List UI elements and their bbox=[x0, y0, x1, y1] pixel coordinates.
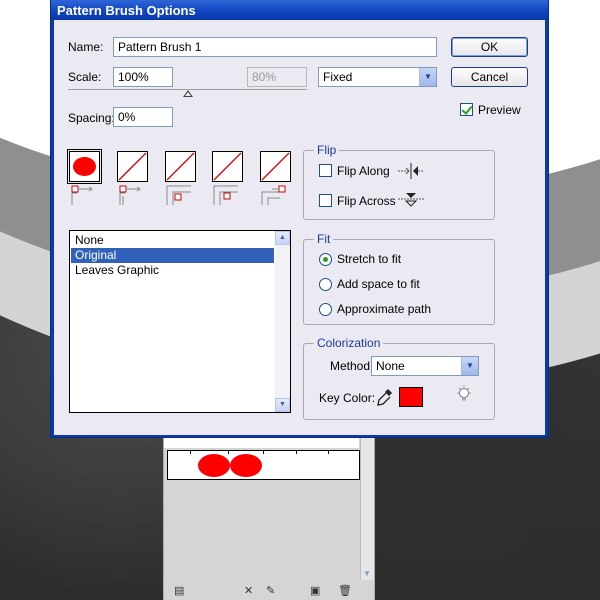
name-label: Name: bbox=[68, 40, 104, 54]
approximate-path-label[interactable]: Approximate path bbox=[337, 302, 431, 316]
panel-scrollbar[interactable]: ▼ bbox=[360, 436, 374, 580]
name-input[interactable]: Pattern Brush 1 bbox=[113, 37, 437, 57]
start-tile-icon bbox=[213, 185, 238, 205]
tile-listbox[interactable]: None Original Leaves Graphic ▲ ▼ bbox=[69, 230, 291, 413]
add-space-to-fit-label[interactable]: Add space to fit bbox=[337, 277, 420, 291]
end-tile-icon bbox=[261, 185, 286, 205]
list-item[interactable]: Leaves Graphic bbox=[71, 263, 274, 278]
eyedropper-icon[interactable] bbox=[377, 388, 393, 406]
start-tile-button[interactable] bbox=[212, 151, 243, 182]
brushes-panel: ▼ ▤ ✕ ✎ ▣ 🗑 bbox=[163, 436, 375, 600]
flip-group: Flip Flip Along Flip Across bbox=[303, 143, 495, 220]
flip-across-checkbox[interactable] bbox=[319, 194, 332, 207]
key-color-swatch[interactable] bbox=[399, 387, 423, 407]
preview-checkbox[interactable] bbox=[460, 103, 473, 116]
method-value: None bbox=[376, 359, 405, 373]
delete-brush-icon[interactable]: 🗑 bbox=[338, 584, 352, 597]
fit-group: Fit Stretch to fit Add space to fit Appr… bbox=[303, 232, 495, 325]
scroll-down-icon[interactable]: ▼ bbox=[363, 569, 371, 578]
cancel-button[interactable]: Cancel bbox=[451, 67, 528, 87]
panel-toolbar: ▤ ✕ ✎ ▣ 🗑 bbox=[164, 582, 374, 600]
scale-input[interactable]: 100% bbox=[113, 67, 173, 87]
chevron-down-icon[interactable]: ▼ bbox=[419, 68, 436, 86]
stretch-to-fit-label[interactable]: Stretch to fit bbox=[337, 252, 401, 266]
colorization-group-title: Colorization bbox=[314, 336, 384, 350]
flip-along-label[interactable]: Flip Along bbox=[337, 164, 390, 178]
scale-mode-value: Fixed bbox=[323, 70, 353, 84]
lightbulb-icon[interactable] bbox=[456, 385, 472, 405]
none-slash-icon bbox=[261, 152, 290, 181]
inner-corner-tile-button[interactable] bbox=[165, 151, 196, 182]
strip-tick bbox=[296, 451, 297, 454]
stretch-to-fit-radio[interactable] bbox=[319, 253, 332, 266]
end-tile-button[interactable] bbox=[260, 151, 291, 182]
dialog-title[interactable]: Pattern Brush Options bbox=[51, 0, 548, 20]
side-tile-icon bbox=[71, 185, 93, 205]
strip-tick bbox=[190, 451, 191, 454]
brush-dot bbox=[198, 454, 230, 477]
new-brush-icon[interactable]: ▣ bbox=[310, 584, 320, 597]
key-color-label: Key Color: bbox=[319, 391, 376, 405]
method-label: Method: bbox=[330, 359, 374, 373]
chevron-down-icon[interactable]: ▼ bbox=[461, 357, 478, 375]
brush-dot bbox=[230, 454, 262, 477]
spacing-label: Spacing: bbox=[68, 111, 115, 125]
add-space-to-fit-radio[interactable] bbox=[319, 278, 332, 291]
scroll-up-icon[interactable]: ▲ bbox=[275, 231, 290, 245]
method-select[interactable]: None ▼ bbox=[371, 356, 479, 376]
spacing-input[interactable]: 0% bbox=[113, 107, 173, 127]
colorization-group: Colorization Method: None ▼ Key Color: bbox=[303, 336, 495, 420]
none-slash-icon bbox=[118, 152, 147, 181]
red-circle-tile-graphic bbox=[73, 157, 96, 176]
outer-corner-tile-button[interactable] bbox=[117, 151, 148, 182]
scale-mode-select[interactable]: Fixed ▼ bbox=[318, 67, 437, 87]
strip-tick bbox=[228, 451, 229, 454]
remove-stroke-icon[interactable]: ✕ bbox=[244, 584, 253, 597]
dialog-client: Name: Pattern Brush 1 OK Cancel Scale: 1… bbox=[54, 20, 545, 435]
flip-across-icon bbox=[398, 193, 424, 207]
inner-corner-tile-icon bbox=[166, 185, 191, 205]
flip-across-label[interactable]: Flip Across bbox=[337, 194, 396, 208]
preview-label[interactable]: Preview bbox=[478, 103, 521, 117]
flip-along-icon bbox=[398, 163, 424, 179]
scroll-down-icon[interactable]: ▼ bbox=[275, 398, 290, 412]
pattern-brush-options-dialog: Pattern Brush Options Name: Pattern Brus… bbox=[50, 0, 549, 438]
list-item[interactable]: Original bbox=[71, 248, 274, 263]
none-slash-icon bbox=[213, 152, 242, 181]
list-scrollbar[interactable]: ▲ ▼ bbox=[275, 231, 290, 412]
outer-corner-tile-icon bbox=[119, 185, 141, 205]
strip-tick bbox=[328, 451, 329, 454]
flip-group-title: Flip bbox=[314, 143, 340, 157]
flip-along-checkbox[interactable] bbox=[319, 164, 332, 177]
side-tile-button[interactable] bbox=[67, 149, 102, 184]
scale-slider-thumb[interactable] bbox=[183, 90, 193, 97]
strip-tick bbox=[263, 451, 264, 454]
brush-options-icon[interactable]: ✎ bbox=[266, 584, 275, 597]
fit-group-title: Fit bbox=[314, 232, 334, 246]
ok-button[interactable]: OK bbox=[451, 37, 528, 57]
approximate-path-radio[interactable] bbox=[319, 303, 332, 316]
brush-libraries-icon[interactable]: ▤ bbox=[174, 584, 184, 597]
none-slash-icon bbox=[166, 152, 195, 181]
list-item[interactable]: None bbox=[71, 233, 274, 248]
scale-label: Scale: bbox=[68, 70, 102, 84]
brush-preview-strip[interactable] bbox=[167, 450, 360, 480]
scale-secondary-input: 80% bbox=[247, 67, 307, 87]
